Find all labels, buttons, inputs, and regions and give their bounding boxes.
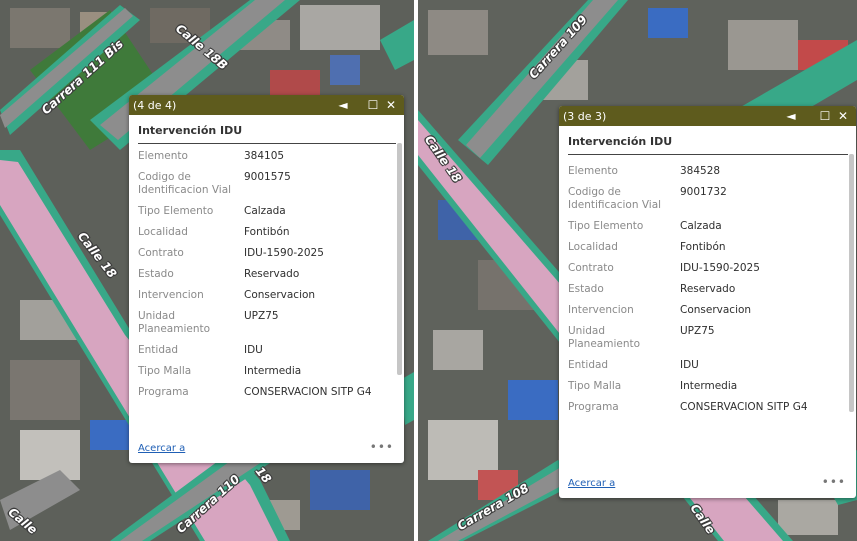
attribute-key: Contrato (568, 262, 614, 274)
popup-body: Intervención IDU Elemento 384105 Codigo d… (129, 115, 404, 407)
attribute-row: Intervencion Conservacion (138, 289, 372, 310)
attribute-value: UPZ75 (244, 310, 279, 322)
map-view-right[interactable]: Carrera 109 Calle 18 Carrera 108 Calle (… (418, 0, 857, 541)
attribute-value: 384528 (680, 165, 721, 177)
attribute-value: Calzada (680, 220, 722, 232)
popup-footer: Acercar a ••• (568, 475, 846, 492)
attribute-key: Entidad (138, 344, 179, 356)
attribute-key: Unidad Planeamiento (138, 310, 211, 335)
zoom-to-link[interactable]: Acercar a (138, 443, 185, 454)
attribute-row: Programa CONSERVACION SITP G4 (138, 386, 372, 407)
attribute-key: Localidad (568, 241, 618, 253)
feature-popup-right: (3 de 3) ◄ ☐ ✕ Intervención IDU Elemento… (559, 106, 856, 498)
attribute-value: Fontibón (244, 226, 290, 238)
maximize-icon[interactable]: ☐ (816, 106, 834, 126)
attribute-key: Codigo de Identificacion Vial (138, 171, 232, 196)
attribute-row: Unidad Planeamiento UPZ75 (138, 310, 372, 344)
popup-footer: Acercar a ••• (138, 440, 394, 457)
attribute-row: Elemento 384105 (138, 150, 372, 171)
attribute-row: Localidad Fontibón (568, 241, 808, 262)
attribute-row: Contrato IDU-1590-2025 (138, 247, 372, 268)
map-view-left[interactable]: Carrera 111 Bis Calle 18B Calle 18 Carre… (0, 0, 414, 541)
attribute-row: Estado Reservado (568, 283, 808, 304)
popup-scrollbar[interactable] (397, 143, 402, 375)
attribute-value: Calzada (244, 205, 286, 217)
attribute-row: Elemento 384528 (568, 165, 808, 186)
attribute-value: Intermedia (680, 380, 738, 392)
attribute-row: Entidad IDU (138, 344, 372, 365)
attribute-value: 9001732 (680, 186, 727, 198)
attribute-row: Tipo Elemento Calzada (138, 205, 372, 226)
popup-pager-label: (4 de 4) (133, 98, 177, 112)
attribute-key: Estado (138, 268, 174, 280)
attribute-value: IDU (680, 359, 699, 371)
previous-feature-icon[interactable]: ◄ (334, 95, 352, 115)
maximize-icon[interactable]: ☐ (364, 95, 382, 115)
attribute-row: Unidad Planeamiento UPZ75 (568, 325, 808, 359)
attribute-key: Elemento (138, 150, 188, 162)
attribute-row: Estado Reservado (138, 268, 372, 289)
attribute-key: Unidad Planeamiento (568, 325, 641, 350)
close-icon[interactable]: ✕ (834, 106, 852, 126)
popup-section-title: Intervención IDU (138, 121, 396, 144)
attribute-value: CONSERVACION SITP G4 (680, 401, 808, 413)
attribute-key: Localidad (138, 226, 188, 238)
attribute-key: Entidad (568, 359, 609, 371)
attribute-key: Contrato (138, 247, 184, 259)
attribute-value: Reservado (244, 268, 300, 280)
attribute-value: UPZ75 (680, 325, 715, 337)
popup-pager-label: (3 de 3) (563, 109, 607, 123)
attribute-key: Tipo Malla (138, 365, 192, 377)
attribute-key: Tipo Malla (568, 380, 622, 392)
feature-popup-left: (4 de 4) ◄ ☐ ✕ Intervención IDU Elemento… (129, 95, 404, 463)
attribute-row: Codigo de Identificacion Vial 9001732 (568, 186, 808, 220)
attribute-value: Intermedia (244, 365, 302, 377)
attribute-row: Intervencion Conservacion (568, 304, 808, 325)
attribute-table: Elemento 384528 Codigo de Identificacion … (568, 165, 808, 422)
more-options-icon[interactable]: ••• (370, 440, 394, 454)
attribute-row: Localidad Fontibón (138, 226, 372, 247)
attribute-row: Entidad IDU (568, 359, 808, 380)
attribute-value: 9001575 (244, 171, 291, 183)
attribute-value: IDU (244, 344, 263, 356)
attribute-value: Fontibón (680, 241, 726, 253)
attribute-value: Conservacion (680, 304, 752, 316)
attribute-row: Tipo Malla Intermedia (138, 365, 372, 386)
attribute-key: Elemento (568, 165, 618, 177)
previous-feature-icon[interactable]: ◄ (782, 106, 800, 126)
more-options-icon[interactable]: ••• (822, 475, 846, 489)
attribute-row: Codigo de Identificacion Vial 9001575 (138, 171, 372, 205)
attribute-value: CONSERVACION SITP G4 (244, 386, 372, 398)
attribute-key: Programa (138, 386, 189, 398)
attribute-key: Intervencion (568, 304, 634, 316)
attribute-row: Tipo Elemento Calzada (568, 220, 808, 241)
popup-header: (4 de 4) ◄ ☐ ✕ (129, 95, 404, 115)
popup-scrollbar[interactable] (849, 154, 854, 412)
attribute-key: Codigo de Identificacion Vial (568, 186, 662, 211)
popup-body: Intervención IDU Elemento 384528 Codigo d… (559, 126, 856, 422)
popup-section-title: Intervención IDU (568, 132, 848, 155)
popup-header: (3 de 3) ◄ ☐ ✕ (559, 106, 856, 126)
attribute-key: Estado (568, 283, 604, 295)
attribute-row: Contrato IDU-1590-2025 (568, 262, 808, 283)
attribute-table: Elemento 384105 Codigo de Identificacion … (138, 150, 372, 407)
attribute-value: IDU-1590-2025 (680, 262, 760, 274)
attribute-value: Reservado (680, 283, 736, 295)
attribute-value: IDU-1590-2025 (244, 247, 324, 259)
screenshot-root: Carrera 111 Bis Calle 18B Calle 18 Carre… (0, 0, 857, 541)
attribute-row: Tipo Malla Intermedia (568, 380, 808, 401)
attribute-row: Programa CONSERVACION SITP G4 (568, 401, 808, 422)
attribute-key: Tipo Elemento (568, 220, 644, 232)
attribute-key: Intervencion (138, 289, 204, 301)
attribute-key: Programa (568, 401, 619, 413)
attribute-value: Conservacion (244, 289, 316, 301)
attribute-key: Tipo Elemento (138, 205, 214, 217)
attribute-value: 384105 (244, 150, 285, 162)
close-icon[interactable]: ✕ (382, 95, 400, 115)
zoom-to-link[interactable]: Acercar a (568, 478, 615, 489)
